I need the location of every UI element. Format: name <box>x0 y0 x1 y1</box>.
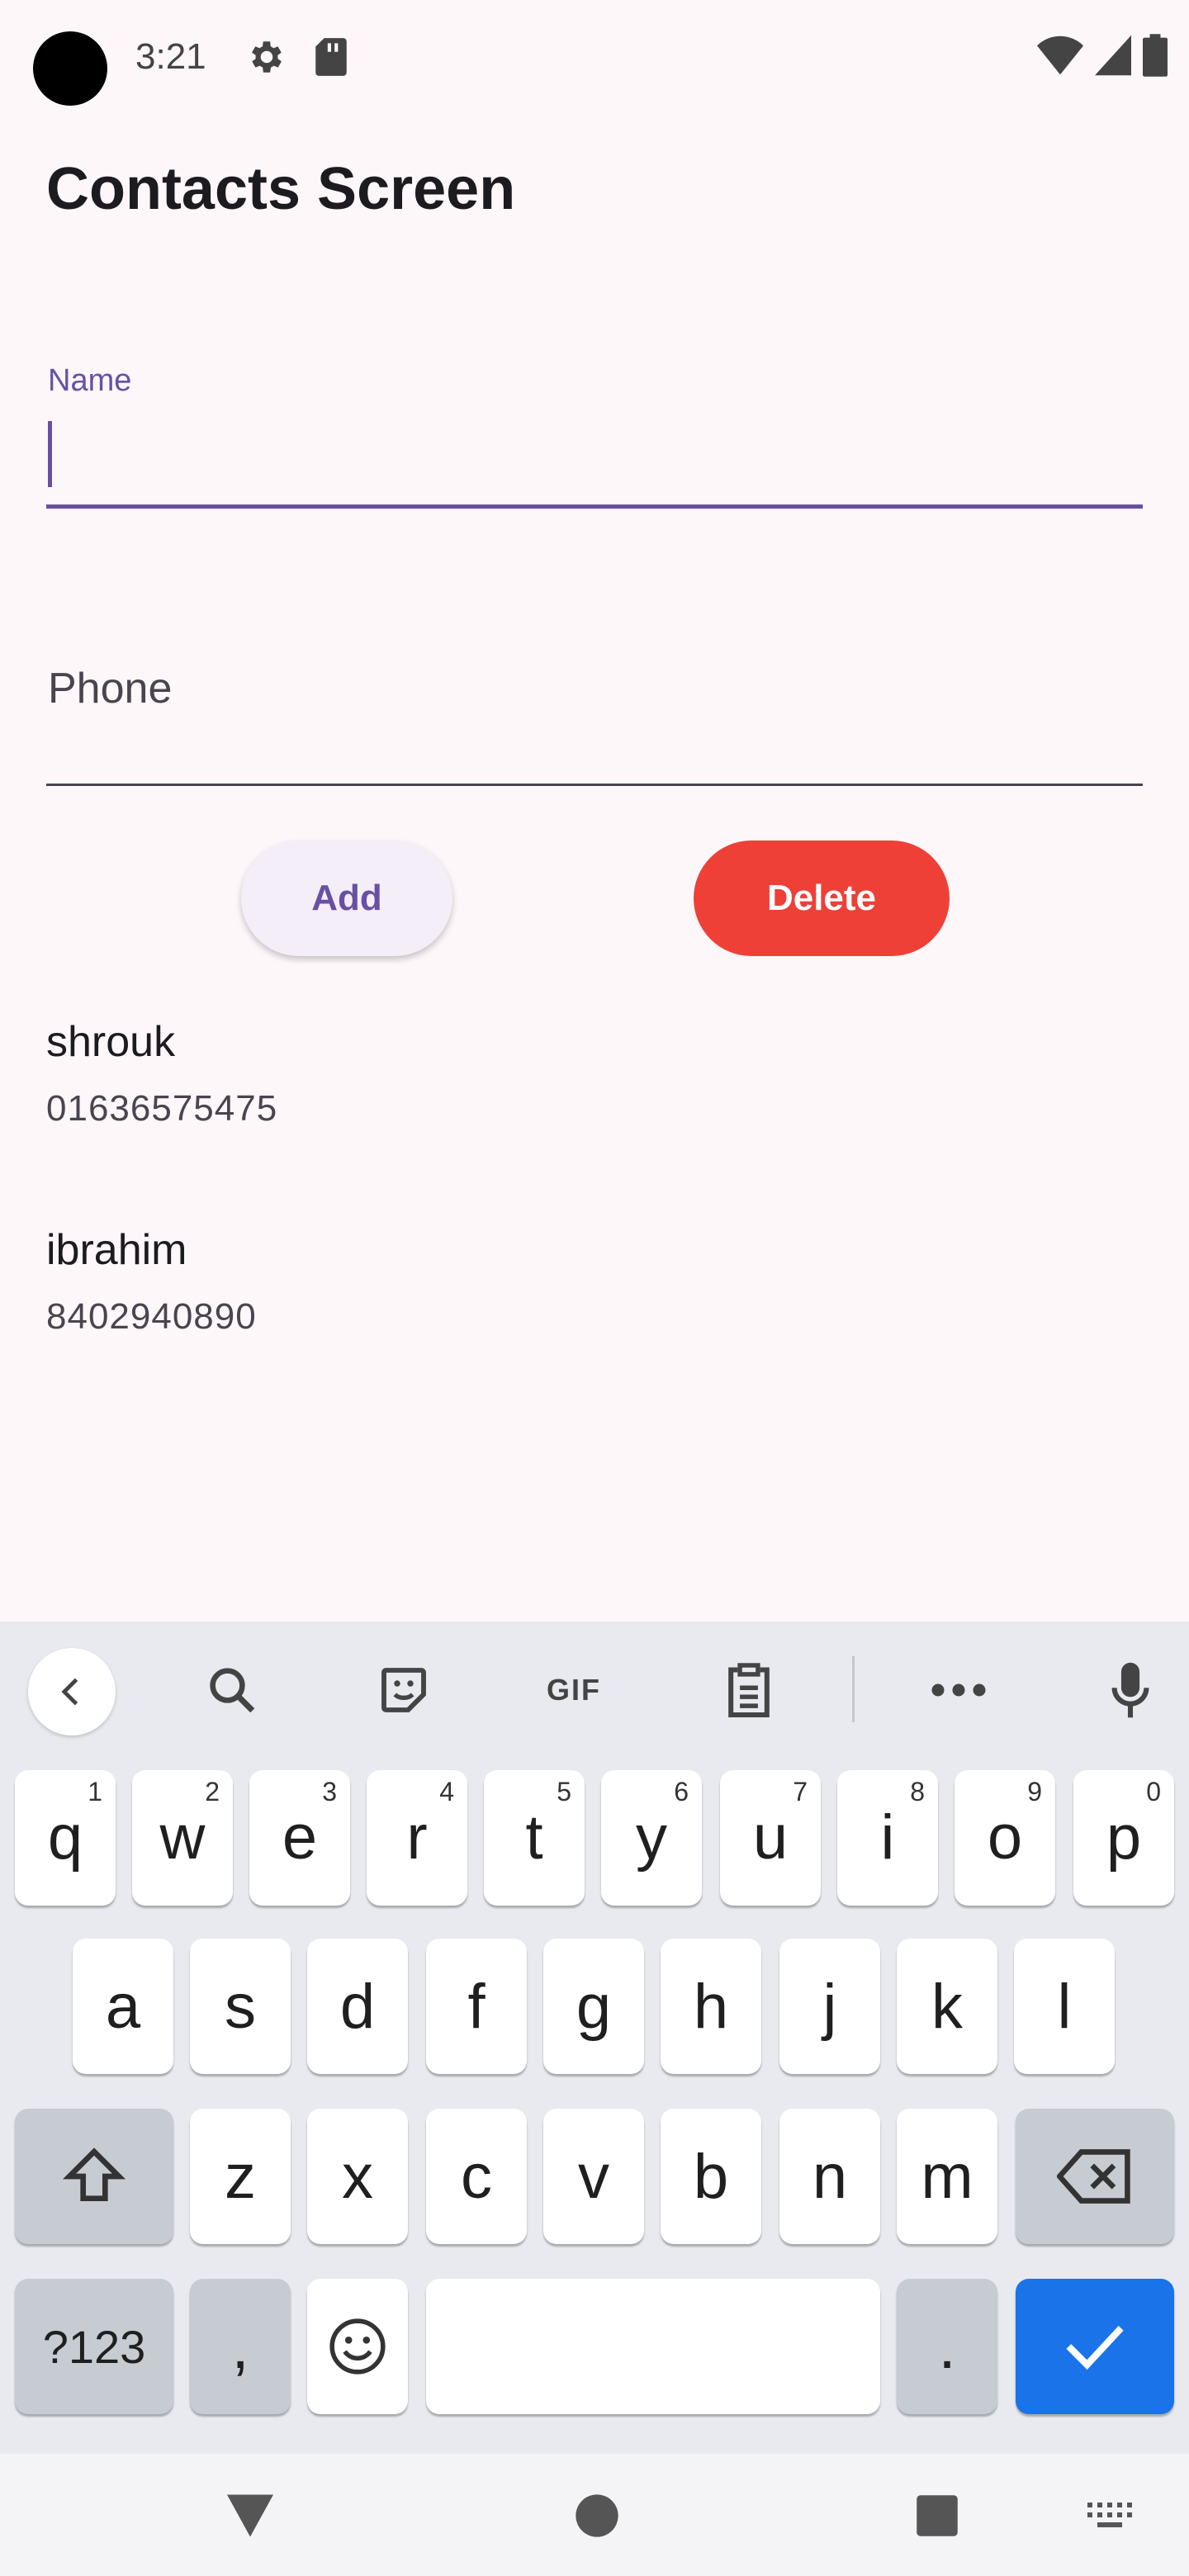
text-cursor <box>48 421 52 487</box>
key-f[interactable]: f <box>426 1939 527 2074</box>
key-o[interactable]: o9 <box>955 1770 1055 1906</box>
emoji-key[interactable] <box>307 2279 408 2414</box>
navigation-bar <box>0 2454 1189 2576</box>
period-key[interactable]: . <box>897 2279 997 2414</box>
contact-name: shrouk <box>46 1018 176 1066</box>
key-x[interactable]: x <box>307 2109 408 2244</box>
wifi-icon <box>1037 35 1083 80</box>
name-field-label: Name <box>48 363 132 398</box>
key-e[interactable]: e3 <box>249 1770 350 1906</box>
key-c[interactable]: c <box>426 2109 527 2244</box>
name-field[interactable]: Name <box>46 347 1143 509</box>
gear-icon <box>246 36 287 78</box>
gif-icon[interactable]: GIF <box>537 1653 611 1727</box>
key-p[interactable]: p0 <box>1073 1770 1174 1906</box>
contact-list-item[interactable]: shrouk 01636575475 <box>46 1017 277 1129</box>
toolbar-divider <box>852 1656 855 1722</box>
sticker-icon[interactable] <box>367 1653 441 1727</box>
key-q[interactable]: q1 <box>15 1770 116 1906</box>
more-icon[interactable] <box>921 1653 996 1727</box>
page-title: Contacts Screen <box>46 156 516 222</box>
mic-icon[interactable] <box>1093 1653 1168 1727</box>
add-button[interactable]: Add <box>241 841 452 956</box>
delete-button[interactable]: Delete <box>694 841 950 956</box>
status-time: 3:21 <box>135 36 206 77</box>
contact-name: ibrahim <box>46 1226 187 1274</box>
key-w[interactable]: w2 <box>132 1770 233 1906</box>
key-j[interactable]: j <box>779 1939 880 2074</box>
contact-phone: 01636575475 <box>46 1088 278 1129</box>
checkmark-icon <box>1066 2326 1124 2370</box>
enter-key[interactable] <box>1016 2279 1174 2414</box>
battery-icon <box>1143 33 1168 82</box>
phone-input[interactable] <box>46 644 1143 768</box>
gif-label: GIF <box>547 1673 601 1707</box>
key-r[interactable]: r4 <box>367 1770 467 1906</box>
recents-icon[interactable] <box>908 2487 966 2545</box>
shift-icon <box>62 2147 126 2201</box>
key-v[interactable]: v <box>543 2109 644 2244</box>
symbols-key[interactable]: ?123 <box>15 2279 173 2414</box>
keyboard-toolbar: GIF <box>0 1622 1189 1754</box>
key-k[interactable]: k <box>897 1939 997 2074</box>
key-b[interactable]: b <box>661 2109 761 2244</box>
name-field-underline <box>46 504 1143 509</box>
key-l[interactable]: l <box>1014 1939 1115 2074</box>
space-key[interactable] <box>426 2279 880 2414</box>
key-a[interactable]: a <box>73 1939 173 2074</box>
soft-keyboard: GIF q1 w2 e3 r4 t5 y6 u7 i8 o9 p0 a s d … <box>0 1622 1189 2454</box>
key-d[interactable]: d <box>307 1939 408 2074</box>
key-y[interactable]: y6 <box>601 1770 702 1906</box>
key-u[interactable]: u7 <box>720 1770 821 1906</box>
back-icon[interactable] <box>221 2487 279 2545</box>
phone-field-underline <box>46 784 1143 786</box>
key-s[interactable]: s <box>190 1939 291 2074</box>
key-i[interactable]: i8 <box>837 1770 938 1906</box>
home-icon[interactable] <box>568 2487 626 2545</box>
status-icons-right <box>1037 33 1168 82</box>
camera-cutout <box>33 31 107 106</box>
keyboard-switch-icon[interactable] <box>1082 2487 1139 2545</box>
key-g[interactable]: g <box>543 1939 644 2074</box>
name-input[interactable] <box>54 413 1128 495</box>
phone-field[interactable]: Phone <box>46 627 1143 786</box>
comma-key[interactable]: , <box>190 2279 291 2414</box>
emoji-icon <box>329 2318 386 2375</box>
signal-icon <box>1095 35 1131 80</box>
status-bar: 3:21 <box>0 0 1189 116</box>
contact-list-item[interactable]: ibrahim 8402940890 <box>46 1225 257 1338</box>
key-z[interactable]: z <box>190 2109 291 2244</box>
shift-key[interactable] <box>15 2109 173 2244</box>
contact-phone: 8402940890 <box>46 1296 257 1337</box>
key-t[interactable]: t5 <box>484 1770 585 1906</box>
search-icon[interactable] <box>195 1653 269 1727</box>
sd-card-icon <box>314 36 348 78</box>
key-n[interactable]: n <box>779 2109 880 2244</box>
key-m[interactable]: m <box>897 2109 997 2244</box>
clipboard-icon[interactable] <box>712 1653 786 1727</box>
chevron-left-icon[interactable] <box>28 1648 116 1735</box>
backspace-icon <box>1057 2149 1130 2204</box>
backspace-key[interactable] <box>1016 2109 1174 2244</box>
key-h[interactable]: h <box>661 1939 761 2074</box>
